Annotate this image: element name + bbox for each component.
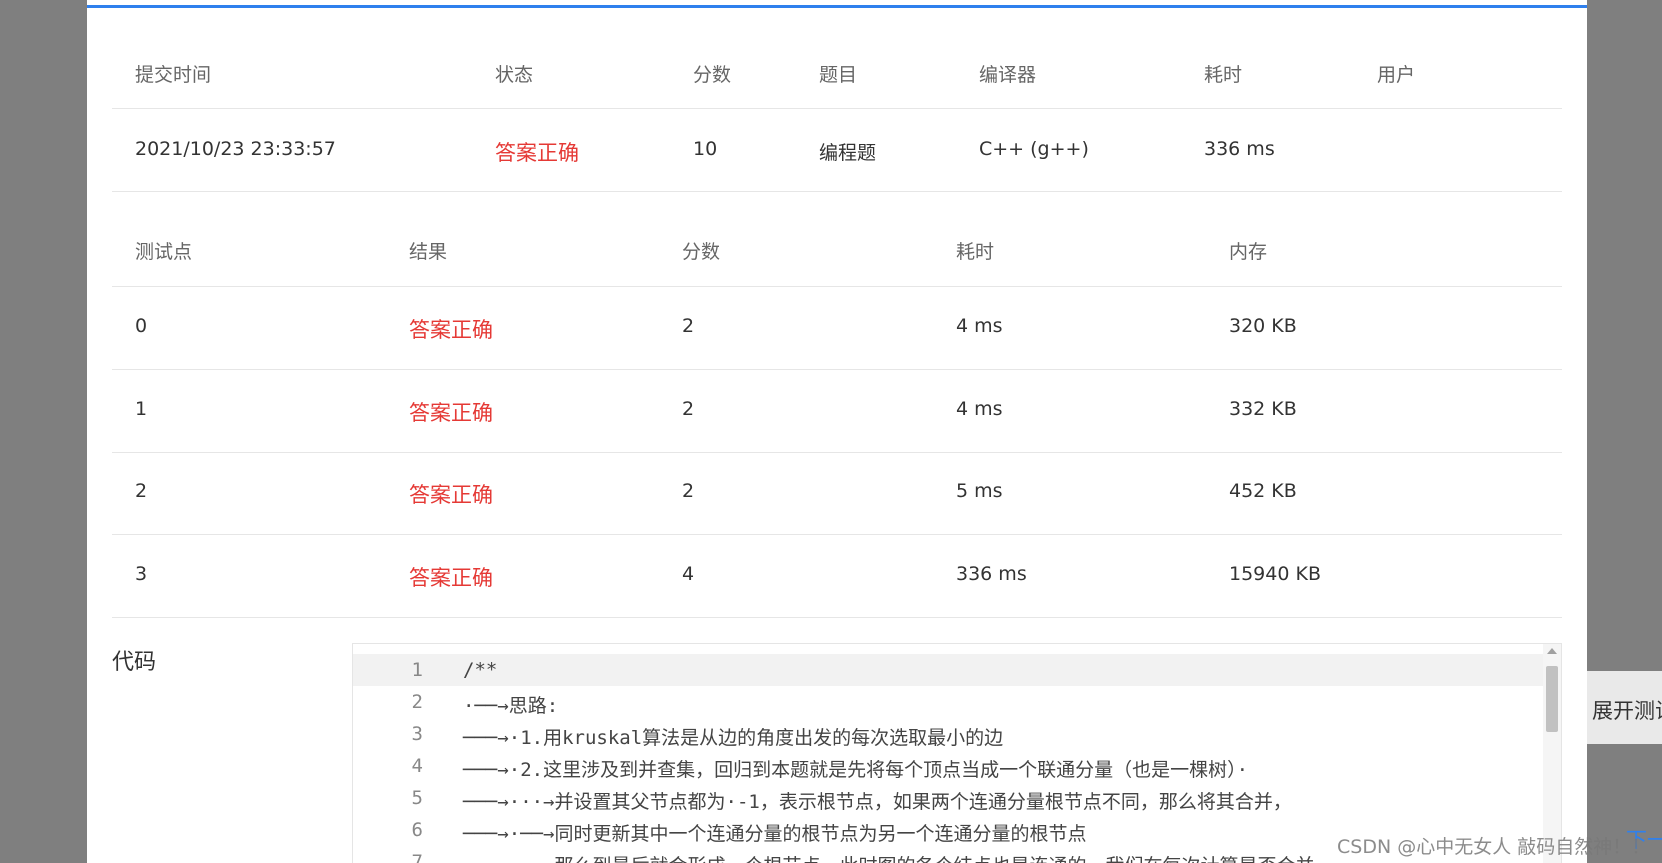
table-row: 0 答案正确 2 4 ms 320 KB (112, 288, 1562, 370)
table-row: 3 答案正确 4 336 ms 15940 KB (112, 536, 1562, 618)
test-time: 336 ms (956, 563, 1027, 585)
submit-time: 2021/10/23 23:33:57 (135, 138, 336, 160)
code-text: /** (463, 659, 498, 681)
table-row: 1 答案正确 2 4 ms 332 KB (112, 371, 1562, 453)
code-line[interactable]: 1 /** (353, 654, 1543, 686)
line-number: 6 (411, 819, 423, 841)
code-text: ·──→思路: (463, 695, 559, 717)
line-number: 5 (411, 787, 423, 809)
test-result: 答案正确 (409, 401, 493, 425)
test-case-id: 3 (135, 563, 148, 585)
header-test-score: 分数 (682, 241, 721, 263)
code-text: ───→──→·那么到最后就会形成一个根节点，此时图的各个结点也是连通的，我们在… (463, 851, 1315, 863)
score-value: 10 (693, 138, 718, 160)
test-case-id: 0 (135, 315, 148, 337)
expand-tests-button[interactable]: 展开测试 (1587, 671, 1662, 744)
code-line[interactable]: 4 ───→·2.这里涉及到并查集，回归到本题就是先将每个顶点当成一个联通分量（… (353, 750, 1543, 782)
test-memory: 452 KB (1229, 480, 1297, 502)
test-time: 4 ms (956, 398, 1003, 420)
header-elapsed: 耗时 (1204, 64, 1243, 86)
panel-top-border (87, 0, 1587, 8)
submission-header-row: 提交时间 状态 分数 题目 编译器 耗时 用户 (112, 55, 1562, 109)
scrollbar-thumb[interactable] (1546, 666, 1558, 732)
submission-panel: 提交时间 状态 分数 题目 编译器 耗时 用户 2021/10/23 23:33… (87, 0, 1587, 863)
header-problem: 题目 (819, 64, 858, 86)
code-line[interactable]: 2 ·──→思路: (353, 686, 1543, 718)
code-section-label: 代码 (112, 650, 157, 675)
line-number: 3 (411, 723, 423, 745)
header-result: 结果 (409, 241, 448, 263)
submission-row: 2021/10/23 23:33:57 答案正确 10 编程题 C++ (g++… (112, 110, 1562, 192)
watermark: CSDN @心中无女人 敲码自然神！！ (1337, 836, 1651, 858)
test-result: 答案正确 (409, 318, 493, 342)
header-memory: 内存 (1229, 241, 1268, 263)
test-result: 答案正确 (409, 566, 493, 590)
test-time: 4 ms (956, 315, 1003, 337)
code-viewer[interactable]: 1 /** 2 ·──→思路: 3 ───→·1.用kruskal算法是从边的角… (352, 643, 1562, 863)
test-score: 2 (682, 398, 695, 420)
header-score: 分数 (693, 64, 732, 86)
code-line[interactable]: 3 ───→·1.用kruskal算法是从边的角度出发的每次选取最小的边 (353, 718, 1543, 750)
test-score: 2 (682, 315, 695, 337)
header-user: 用户 (1377, 64, 1416, 86)
code-text: ───→·2.这里涉及到并查集，回归到本题就是先将每个顶点当成一个联通分量（也是… (463, 759, 1249, 781)
expand-tests-label: 展开测试 (1592, 699, 1662, 723)
tests-header-row: 测试点 结果 分数 耗时 内存 (112, 232, 1562, 287)
code-text: ───→·──→同时更新其中一个连通分量的根节点为另一个连通分量的根节点 (463, 823, 1087, 845)
test-memory: 320 KB (1229, 315, 1297, 337)
compiler-name: C++ (g++) (979, 138, 1089, 160)
table-row: 2 答案正确 2 5 ms 452 KB (112, 453, 1562, 535)
test-case-id: 1 (135, 398, 148, 420)
problem-name[interactable]: 编程题 (819, 138, 876, 165)
test-result: 答案正确 (409, 483, 493, 507)
code-text: ───→···→并设置其父节点都为·-1，表示根节点，如果两个连通分量根节点不同… (463, 791, 1292, 813)
code-text: ───→·1.用kruskal算法是从边的角度出发的每次选取最小的边 (463, 727, 1004, 749)
test-memory: 15940 KB (1229, 563, 1321, 585)
elapsed-value: 336 ms (1204, 138, 1275, 160)
code-line[interactable]: 5 ───→···→并设置其父节点都为·-1，表示根节点，如果两个连通分量根节点… (353, 782, 1543, 814)
header-test-case: 测试点 (135, 241, 193, 263)
status-badge: 答案正确 (495, 141, 579, 165)
test-score: 4 (682, 563, 695, 585)
test-time: 5 ms (956, 480, 1003, 502)
line-number: 4 (411, 755, 423, 777)
test-memory: 332 KB (1229, 398, 1297, 420)
scroll-up-arrow-icon[interactable] (1547, 648, 1557, 654)
line-number: 1 (411, 659, 423, 681)
header-compiler: 编译器 (979, 64, 1037, 86)
test-score: 2 (682, 480, 695, 502)
line-number: 2 (411, 691, 423, 713)
header-status: 状态 (495, 64, 534, 86)
header-submit-time: 提交时间 (135, 64, 212, 86)
line-number: 7 (411, 851, 423, 863)
code-scrollbar[interactable] (1543, 644, 1561, 863)
test-case-id: 2 (135, 480, 148, 502)
header-test-time: 耗时 (956, 241, 995, 263)
